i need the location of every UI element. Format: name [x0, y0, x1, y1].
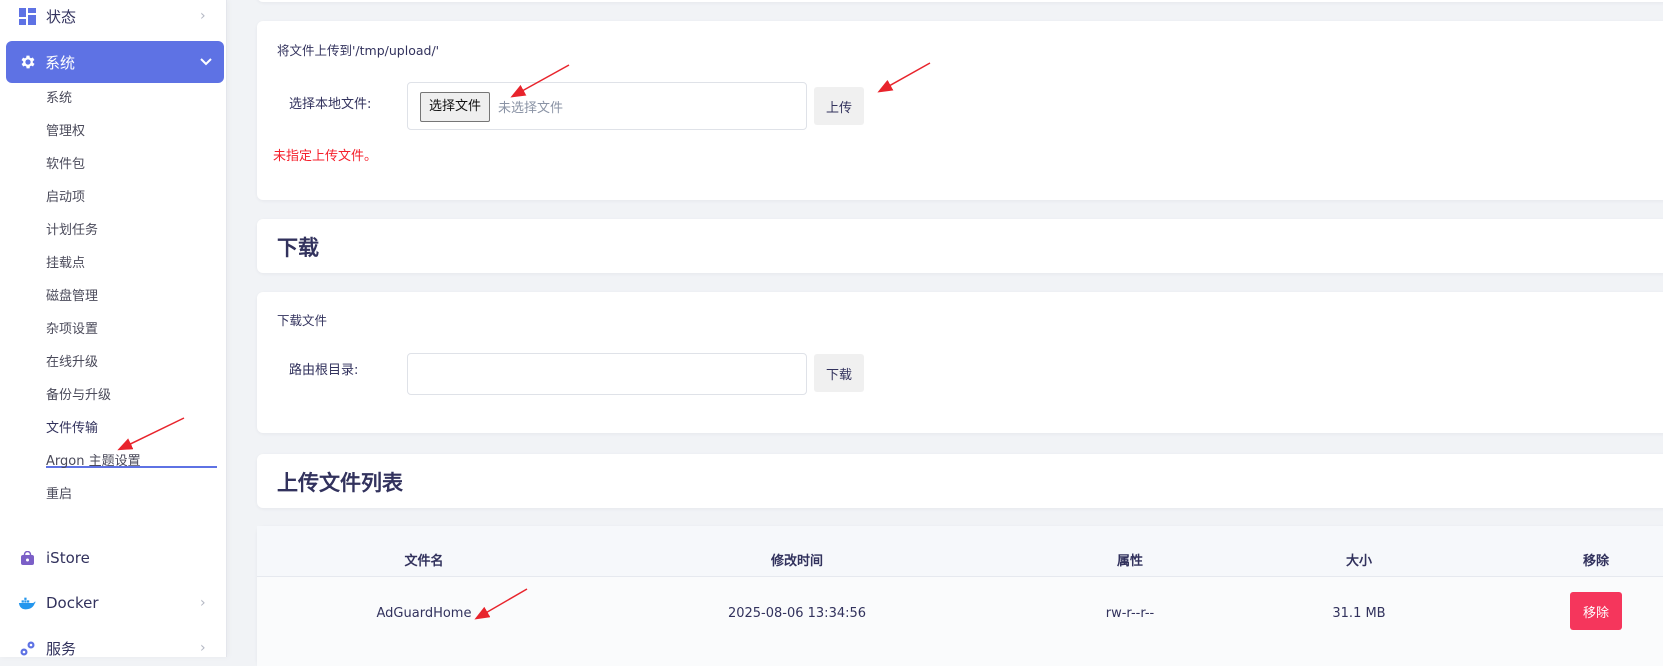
file-table: 文件名 修改时间 属性 大小 移除 AdGuardHome 2025-08-06…: [257, 526, 1663, 666]
download-field-label: 路由根目录:: [289, 363, 359, 378]
cell-modified: 2025-08-06 13:34:56: [727, 606, 867, 621]
sidebar-subitem-mount-points[interactable]: 挂载点: [46, 254, 85, 274]
column-header-size: 大小: [1345, 554, 1373, 569]
docker-icon: [18, 594, 36, 612]
chevron-right-icon: ›: [200, 595, 206, 611]
sidebar-subitem-backup-upgrade[interactable]: 备份与升级: [46, 386, 111, 406]
sidebar-subitem-disk-management[interactable]: 磁盘管理: [46, 287, 98, 307]
sidebar-item-label: 状态: [46, 7, 77, 26]
sidebar-item-services[interactable]: 服务 ›: [0, 630, 226, 666]
sidebar-item-docker[interactable]: Docker ›: [0, 585, 226, 621]
gear-icon: [18, 52, 38, 72]
router-path-input[interactable]: [407, 353, 807, 395]
sidebar-item-istore[interactable]: iStore: [0, 540, 226, 576]
chevron-right-icon: ›: [200, 640, 206, 656]
sidebar-item-label: iStore: [46, 549, 90, 567]
remove-button[interactable]: 移除: [1570, 592, 1622, 630]
download-title-card: 下载: [257, 219, 1663, 273]
column-header-filename: 文件名: [404, 554, 444, 569]
cell-filename: AdGuardHome: [376, 606, 472, 621]
sidebar-subitem-argon-theme[interactable]: Argon 主题设置: [46, 452, 141, 472]
sidebar-item-label: 系统: [45, 53, 76, 72]
sidebar-subitem-misc-settings[interactable]: 杂项设置: [46, 320, 98, 340]
file-list-title-card: 上传文件列表: [257, 454, 1663, 508]
sidebar-subitem-scheduled-tasks[interactable]: 计划任务: [46, 221, 98, 241]
upload-card: 将文件上传到'/tmp/upload/' 选择本地文件: 选择文件 未选择文件 …: [257, 21, 1663, 200]
table-header: 文件名 修改时间 属性 大小 移除: [257, 526, 1663, 577]
sidebar-subitem-online-upgrade[interactable]: 在线升级: [46, 353, 98, 373]
sidebar: 状态 › 系统 系统 管理权 软件包 启动项 计划任务 挂载点 磁盘管理 杂项设…: [0, 0, 227, 658]
download-button[interactable]: 下载: [814, 354, 864, 392]
upload-button[interactable]: 上传: [814, 87, 864, 125]
table-row: AdGuardHome 2025-08-06 13:34:56 rw-r--r-…: [257, 577, 1663, 666]
chevron-down-icon: [200, 55, 212, 69]
services-icon: [18, 639, 36, 657]
sidebar-subitem-file-transfer[interactable]: 文件传输: [46, 419, 98, 439]
sidebar-item-label: 服务: [46, 639, 77, 658]
sidebar-subitem-reboot[interactable]: 重启: [46, 485, 72, 505]
cell-attributes: rw-r--r--: [1105, 606, 1155, 621]
download-description: 下载文件: [277, 313, 328, 328]
sidebar-subitem-startup[interactable]: 启动项: [46, 188, 85, 208]
sidebar-subitem-admin[interactable]: 管理权: [46, 122, 85, 142]
sidebar-item-system[interactable]: 系统: [6, 41, 224, 83]
column-header-attributes: 属性: [1116, 554, 1144, 569]
column-header-modified: 修改时间: [770, 554, 824, 569]
store-bag-icon: [18, 549, 36, 567]
previous-card: [257, 0, 1663, 2]
section-title: 下载: [277, 236, 319, 260]
choose-file-button[interactable]: 选择文件: [420, 92, 491, 122]
no-file-text: 未选择文件: [498, 101, 564, 116]
sidebar-item-status[interactable]: 状态 ›: [0, 0, 226, 34]
dashboard-icon: [18, 7, 36, 25]
column-header-remove: 移除: [1582, 554, 1610, 569]
section-title: 上传文件列表: [277, 471, 403, 495]
cell-size: 31.1 MB: [1332, 606, 1386, 621]
sidebar-item-label: Docker: [46, 594, 99, 612]
download-card: 下载文件 路由根目录: 下载: [257, 292, 1663, 433]
chevron-right-icon: ›: [200, 8, 206, 24]
file-input[interactable]: 选择文件 未选择文件: [407, 82, 807, 130]
upload-field-label: 选择本地文件:: [289, 97, 372, 112]
upload-error-text: 未指定上传文件。: [273, 149, 378, 164]
sidebar-subitem-system[interactable]: 系统: [46, 89, 72, 109]
upload-description: 将文件上传到'/tmp/upload/': [277, 43, 440, 58]
sidebar-subitem-software[interactable]: 软件包: [46, 155, 85, 175]
